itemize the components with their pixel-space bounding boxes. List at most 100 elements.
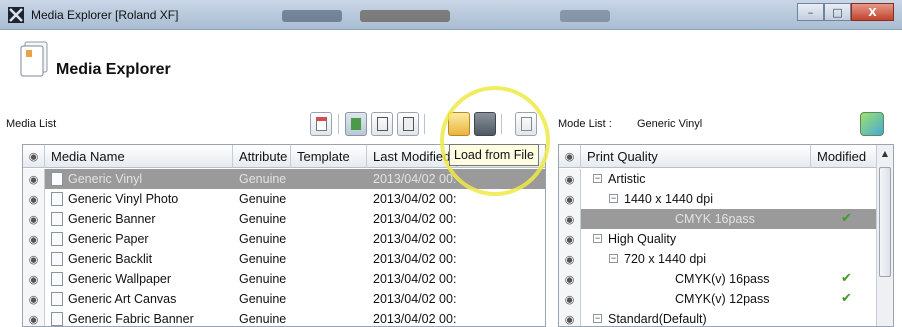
print-quality-label: 720 x 1440 dpi [624, 252, 707, 266]
visibility-toggle-icon[interactable]: ◉ [23, 309, 45, 326]
print-quality-cell: CMYK 16pass [669, 209, 755, 229]
mode-list-scrollbar[interactable]: ▲ [876, 145, 893, 326]
tree-row[interactable]: ◉ − Artistic [559, 169, 876, 189]
media-name: Generic Art Canvas [68, 292, 177, 306]
minimize-button[interactable]: – [797, 3, 824, 21]
tree-row[interactable]: ◉ CMYK 16pass ✔ [559, 209, 876, 229]
template-cell [291, 289, 367, 309]
copy-icon[interactable] [371, 112, 393, 136]
check-icon: ✔ [841, 211, 852, 226]
print-quality-label: 1440 x 1440 dpi [624, 192, 713, 206]
media-name: Generic Wallpaper [68, 272, 172, 286]
visibility-toggle-icon[interactable]: ◉ [23, 169, 45, 189]
media-document-icon [51, 171, 63, 186]
last-modified-cell: 2013/04/02 00: [373, 232, 457, 246]
new-media-icon[interactable] [310, 112, 332, 136]
print-quality-cell: − Artistic [587, 169, 646, 189]
visibility-toggle-icon[interactable]: ◉ [23, 229, 45, 249]
maximize-button[interactable]: □ [824, 3, 851, 21]
visibility-toggle-icon[interactable]: ◉ [559, 269, 581, 289]
tree-row[interactable]: ◉ CMYK(v) 16pass ✔ [559, 269, 876, 289]
visibility-toggle-icon[interactable]: ◉ [559, 309, 581, 326]
print-quality-label: CMYK 16pass [675, 212, 755, 226]
media-name-cell: Generic Fabric Banner [45, 309, 233, 326]
highlight-circle [440, 86, 550, 196]
visibility-toggle-icon[interactable]: ◉ [559, 189, 581, 209]
visibility-toggle-icon[interactable]: ◉ [23, 189, 45, 209]
collapse-icon[interactable]: − [593, 234, 602, 244]
background-blur [282, 10, 342, 22]
last-modified-cell: 2013/04/02 00: [373, 292, 457, 306]
media-name-cell: Generic Wallpaper [45, 269, 233, 289]
visibility-toggle-icon[interactable]: ◉ [23, 249, 45, 269]
window-title: Media Explorer [Roland XF] [31, 8, 179, 22]
media-name: Generic Vinyl [68, 172, 143, 186]
visibility-toggle-icon[interactable]: ◉ [559, 229, 581, 249]
print-quality-cell: CMYK(v) 12pass [669, 289, 769, 309]
column-print-quality[interactable]: Print Quality [581, 145, 811, 168]
table-row[interactable]: ◉ Generic Wallpaper Genuine 2013/04/02 00: [23, 269, 545, 289]
print-quality-label: Standard(Default) [608, 312, 707, 326]
attribute-cell: Genuine [239, 192, 287, 206]
template-cell [291, 189, 367, 209]
tree-row[interactable]: ◉ −1440 x 1440 dpi [559, 189, 876, 209]
visibility-toggle-icon[interactable]: ◉ [559, 289, 581, 309]
collapse-icon[interactable]: − [593, 174, 602, 184]
media-name: Generic Backlit [68, 252, 153, 266]
check-icon: ✔ [841, 271, 852, 286]
toolbar-separator [338, 114, 339, 134]
attribute-cell: Genuine [239, 312, 287, 326]
attribute-cell: Genuine [239, 272, 287, 286]
scroll-thumb[interactable] [879, 167, 891, 277]
import-icon[interactable] [345, 112, 367, 136]
table-row[interactable]: ◉ Generic Vinyl Photo Genuine 2013/04/02 00… [23, 189, 545, 209]
tree-row[interactable]: ◉ CMYK(v) 12pass ✔ [559, 289, 876, 309]
attribute-cell: Genuine [239, 172, 287, 186]
close-button[interactable]: X [851, 3, 894, 21]
table-row[interactable]: ◉ Generic Paper Genuine 2013/04/02 00: [23, 229, 545, 249]
table-row[interactable]: ◉ Generic Art Canvas Genuine 2013/04/02 00: [23, 289, 545, 309]
column-attribute[interactable]: Attribute [233, 145, 291, 168]
collapse-icon[interactable]: − [609, 254, 618, 264]
media-name-cell: Generic Backlit [45, 249, 233, 269]
app-icon [8, 7, 24, 23]
collapse-icon[interactable]: − [609, 194, 618, 204]
visibility-toggle-icon[interactable]: ◉ [559, 169, 581, 189]
column-template[interactable]: Template [291, 145, 367, 168]
template-cell [291, 169, 367, 189]
media-name: Generic Fabric Banner [68, 312, 194, 326]
table-row[interactable]: ◉ Generic Banner Genuine 2013/04/02 00: [23, 209, 545, 229]
print-icon[interactable] [397, 112, 419, 136]
media-name: Generic Paper [68, 232, 149, 246]
template-cell [291, 309, 367, 326]
template-cell [291, 229, 367, 249]
collapse-icon[interactable]: − [593, 314, 602, 324]
column-modified[interactable]: Modified [811, 145, 877, 168]
column-media-name[interactable]: Media Name [45, 145, 233, 168]
mode-settings-icon[interactable] [860, 112, 884, 136]
visibility-toggle-icon[interactable]: ◉ [23, 209, 45, 229]
visibility-toggle-icon[interactable]: ◉ [559, 209, 581, 229]
print-quality-cell: − Standard(Default) [587, 309, 707, 326]
visibility-toggle-icon[interactable]: ◉ [23, 269, 45, 289]
media-document-icon [51, 251, 63, 266]
visibility-toggle-icon[interactable]: ◉ [559, 249, 581, 269]
template-cell [291, 269, 367, 289]
media-name-cell: Generic Vinyl Photo [45, 189, 233, 209]
table-row[interactable]: ◉ Generic Fabric Banner Genuine 2013/04/02 … [23, 309, 545, 326]
media-document-icon [51, 311, 63, 326]
visibility-column-icon[interactable]: ◉ [559, 145, 581, 168]
visibility-column-icon[interactable]: ◉ [23, 145, 45, 168]
tree-row[interactable]: ◉ −720 x 1440 dpi [559, 249, 876, 269]
scroll-up-icon[interactable]: ▲ [877, 145, 893, 163]
media-name-cell: Generic Vinyl [45, 169, 233, 189]
media-name-cell: Generic Paper [45, 229, 233, 249]
background-blur [560, 10, 610, 22]
document-stack-icon [20, 41, 48, 77]
mode-list-value: Generic Vinyl [637, 118, 703, 130]
table-row[interactable]: ◉ Generic Backlit Genuine 2013/04/02 00: [23, 249, 545, 269]
tree-row[interactable]: ◉ − High Quality [559, 229, 876, 249]
tree-row[interactable]: ◉ − Standard(Default) [559, 309, 876, 326]
media-name: Generic Banner [68, 212, 156, 226]
visibility-toggle-icon[interactable]: ◉ [23, 289, 45, 309]
